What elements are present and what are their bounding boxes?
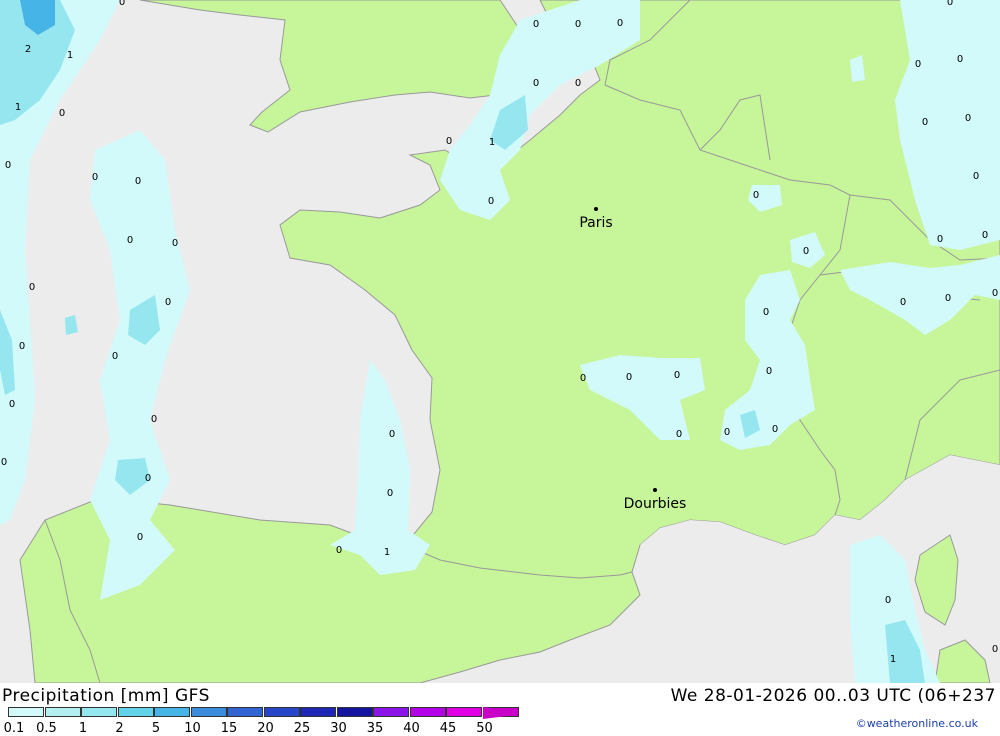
legend-tick-label: 35 <box>366 721 384 736</box>
legend-swatch <box>336 707 373 717</box>
precip-value: 0 <box>336 545 342 556</box>
precip-value: 0 <box>676 429 682 440</box>
precip-value: 0 <box>533 78 539 89</box>
precip-value: 0 <box>965 113 971 124</box>
map-footer: Precipitation [mm] GFS We 28-01-2026 00.… <box>0 683 1000 736</box>
precip-value: 1 <box>15 102 21 113</box>
map-canvas: 2 1 1 0 0 0 0 0 0 0 0 0 0 0 0 0 0 0 0 0 … <box>0 0 1000 683</box>
legend-swatch <box>117 707 154 717</box>
legend-tick-label: 20 <box>257 721 274 736</box>
precip-value: 1 <box>489 137 495 148</box>
precip-value: 0 <box>763 307 769 318</box>
precip-value: 0 <box>973 171 979 182</box>
legend-tick-label: 45 <box>439 721 457 736</box>
precip-value: 0 <box>947 0 953 8</box>
precip-value: 1 <box>384 547 390 558</box>
legend-tick-label: 25 <box>293 721 311 736</box>
precip-value: 0 <box>945 293 951 304</box>
city-dot-paris <box>594 207 598 211</box>
legend-swatch <box>154 707 190 717</box>
precip-value: 0 <box>387 488 393 499</box>
precip-value: 1 <box>890 654 896 665</box>
map-title: Precipitation [mm] GFS <box>2 686 210 706</box>
precip-value: 0 <box>580 373 586 384</box>
forecast-datetime: We 28-01-2026 00..03 UTC (06+237 <box>670 686 996 706</box>
precip-value: 0 <box>992 288 998 299</box>
precip-value: 0 <box>59 108 65 119</box>
precip-value: 0 <box>575 19 581 30</box>
legend-tick-label: 40 <box>403 721 420 736</box>
precip-value: 2 <box>25 44 31 55</box>
precip-value: 0 <box>803 246 809 257</box>
city-label-dourbies[interactable]: Dourbies <box>624 496 687 512</box>
city-dot-dourbies <box>653 488 657 492</box>
precip-value: 0 <box>724 427 730 438</box>
legend-swatch <box>227 707 263 717</box>
precip-value: 0 <box>165 297 171 308</box>
precip-value: 0 <box>1 457 7 468</box>
precip-value: 0 <box>5 160 11 171</box>
precip-value: 0 <box>533 19 539 30</box>
precip-value: 0 <box>389 429 395 440</box>
legend-swatch <box>263 707 300 717</box>
precip-value: 0 <box>922 117 928 128</box>
precip-value: 0 <box>674 370 680 381</box>
legend-swatch <box>409 707 446 717</box>
precip-value: 0 <box>957 54 963 65</box>
legend-swatch <box>300 707 336 717</box>
legend-tick-label: 0.5 <box>36 721 57 736</box>
credit-link[interactable]: ©weatheronline.co.uk <box>856 717 978 730</box>
legend-swatch <box>373 707 409 717</box>
legend-arrow-icon <box>483 707 519 719</box>
precipitation-map[interactable]: 2 1 1 0 0 0 0 0 0 0 0 0 0 0 0 0 0 0 0 0 … <box>0 0 1000 683</box>
precip-value: 0 <box>575 78 581 89</box>
precip-value: 0 <box>488 196 494 207</box>
precip-value: 0 <box>151 414 157 425</box>
precip-value: 0 <box>626 372 632 383</box>
legend-tick-label: 0.1 <box>3 721 25 736</box>
legend-tick-label: 10 <box>184 721 201 736</box>
precip-value: 0 <box>900 297 906 308</box>
precip-value: 0 <box>145 473 151 484</box>
precip-value: 0 <box>9 399 15 410</box>
precip-value: 0 <box>992 644 998 655</box>
precip-value: 0 <box>29 282 35 293</box>
legend-tick-label: 50 <box>476 721 493 736</box>
precip-value: 0 <box>137 532 143 543</box>
precip-value: 0 <box>982 230 988 241</box>
legend-swatch <box>44 707 81 717</box>
legend-tick-label: 15 <box>220 721 238 736</box>
precip-value: 0 <box>753 190 759 201</box>
legend-tick-label: 1 <box>78 721 88 736</box>
precip-value: 0 <box>446 136 452 147</box>
legend-tick-label: 2 <box>115 721 124 736</box>
legend-tick-label: 5 <box>151 721 161 736</box>
legend-tick-label: 30 <box>330 721 347 736</box>
precip-value: 0 <box>915 59 921 70</box>
precip-value: 0 <box>617 18 623 29</box>
precip-value: 0 <box>112 351 118 362</box>
legend-swatch <box>81 707 117 717</box>
precip-value: 0 <box>92 172 98 183</box>
precip-value: 0 <box>127 235 133 246</box>
precip-value: 0 <box>172 238 178 249</box>
legend-swatch <box>8 707 44 717</box>
legend-swatch <box>190 707 227 717</box>
precip-value: 0 <box>937 234 943 245</box>
precip-value: 0 <box>135 176 141 187</box>
precip-value: 0 <box>885 595 891 606</box>
legend-swatch <box>446 707 482 717</box>
precip-value: 0 <box>119 0 125 8</box>
precip-value: 0 <box>766 366 772 377</box>
precip-value: 1 <box>67 50 73 61</box>
precip-value: 0 <box>19 341 25 352</box>
city-label-paris[interactable]: Paris <box>579 215 612 231</box>
precip-value: 0 <box>772 424 778 435</box>
